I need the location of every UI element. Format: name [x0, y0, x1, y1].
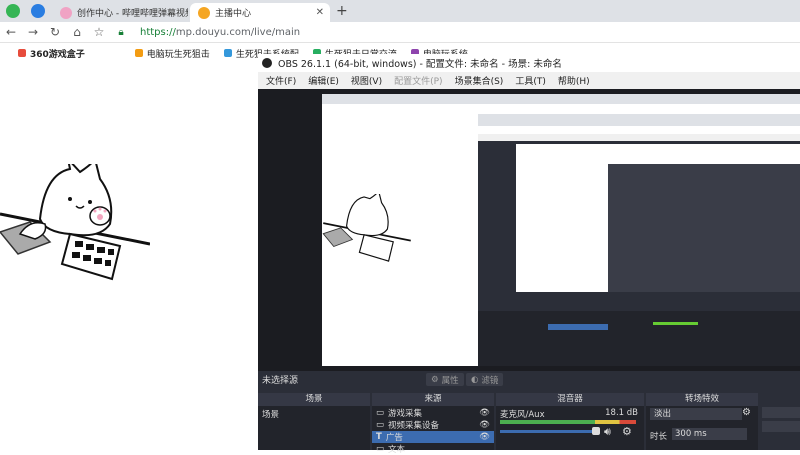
obs-title-bar[interactable]: OBS 26.1.1 (64-bit, windows) - 配置文件: 未命名… [258, 54, 800, 72]
scenes-list[interactable]: 场景 [258, 406, 370, 450]
gear-icon[interactable]: ⚙ [742, 407, 751, 418]
tab-label: 创作中心 - 哔哩哔哩弹幕视频网 [77, 9, 188, 19]
volume-slider[interactable] [500, 430, 596, 433]
mixer-channel-label: 麦克风/Aux [500, 410, 545, 420]
start-streaming-button[interactable] [762, 407, 800, 418]
filter-icon: ◐ [471, 374, 479, 385]
source-label: 广告 [385, 433, 403, 443]
controls-panel [760, 393, 800, 450]
browser-logo-icon[interactable] [6, 4, 20, 18]
dock-title: 转场特效 [684, 394, 719, 404]
bookmark-star-icon[interactable]: ☆ [88, 25, 110, 39]
bookmark-icon [223, 49, 232, 57]
obs-menu-bar: 文件(F) 编辑(E) 视图(V) 配置文件(P) 场景集合(S) 工具(T) … [258, 72, 800, 89]
start-recording-button[interactable] [762, 421, 800, 432]
browser-tab-bar: 创作中心 - 哔哩哔哩弹幕视频网 ✕ 主播中心 ✕ + [0, 0, 800, 22]
list-item[interactable]: ▭ 视频采集设备 👁︎ [372, 419, 494, 431]
list-item[interactable]: T 广告 👁︎ [372, 431, 494, 443]
gear-icon[interactable]: ⚙ [622, 425, 632, 438]
transitions-dock-header: 转场特效 [646, 393, 758, 406]
tab-streamer-center[interactable]: 主播中心 ✕ [190, 3, 330, 22]
eye-icon[interactable]: 👁︎ [479, 408, 490, 418]
address-bar[interactable]: https://mp.douyu.com/live/main [140, 27, 300, 38]
menu-edit[interactable]: 编辑(E) [308, 74, 339, 87]
list-item[interactable]: 场景 [258, 408, 370, 420]
home-icon[interactable]: ⌂ [66, 25, 88, 39]
obs-window: OBS 26.1.1 (64-bit, windows) - 配置文件: 未命名… [258, 54, 800, 455]
tab-label: 主播中心 [215, 9, 252, 19]
bookmark-label: 电脑玩生死狙击 [146, 49, 210, 60]
back-icon[interactable]: ← [0, 25, 22, 39]
close-tab-icon[interactable]: ✕ [316, 7, 324, 18]
mixer-dock-header: 混音器 [496, 393, 644, 406]
dock-title: 来源 [424, 394, 442, 404]
audio-mixer: 麦克风/Aux 18.1 dB 🔊︎ ⚙ [496, 406, 644, 450]
source-type-icon: ▭ [376, 444, 385, 454]
dock-title: 场景 [305, 394, 323, 404]
obs-logo-icon [262, 58, 272, 68]
sources-list[interactable]: ▭ 游戏采集 👁︎ ▭ 视频采集设备 👁︎ T 广告 👁︎ ▭ 文本 [372, 406, 494, 455]
bookmark-item[interactable]: 电脑玩生死狙击 [134, 47, 210, 60]
tab-creation-center[interactable]: 创作中心 - 哔哩哔哩弹幕视频网 ✕ [52, 3, 188, 22]
filters-label: 滤镜 [481, 375, 499, 386]
scene-label: 场景 [262, 410, 280, 420]
speaker-icon[interactable]: 🔊︎ [604, 425, 611, 439]
source-label: 文本 [388, 445, 406, 455]
browser-nav-bar: ← → ↻ ⌂ ☆ 🔒︎ https://mp.douyu.com/live/m… [0, 22, 800, 43]
menu-help[interactable]: 帮助(H) [558, 74, 590, 87]
mixer-level-readout: 18.1 dB [605, 408, 638, 418]
bongo-cat-image [322, 194, 411, 262]
duration-value: 300 ms [675, 429, 707, 439]
obs-preview[interactable] [258, 89, 800, 371]
transition-select[interactable]: 淡出 [650, 408, 742, 420]
reload-icon[interactable]: ↻ [44, 25, 66, 39]
sources-dock-header: 来源 [372, 393, 494, 406]
source-label: 游戏采集 [388, 409, 423, 419]
volume-slider-handle[interactable] [592, 427, 600, 435]
bookmark-icon [134, 49, 143, 57]
gamebox-icon [18, 49, 26, 57]
douyu-icon [198, 6, 210, 19]
bookmark-item[interactable]: 360游戏盒子 [18, 47, 85, 60]
properties-label: 属性 [441, 375, 459, 386]
preview-capture-level-1 [322, 94, 800, 366]
scenes-dock-header: 场景 [258, 393, 370, 406]
gear-icon: ⚙ [431, 374, 439, 385]
text-source-icon: T [376, 432, 382, 442]
menu-tools[interactable]: 工具(T) [515, 74, 546, 87]
volume-meter [500, 420, 636, 424]
source-type-icon: ▭ [376, 408, 385, 418]
duration-spinbox[interactable]: 300 ms [672, 428, 747, 440]
bilibili-icon [60, 6, 72, 19]
source-label: 视频采集设备 [388, 421, 440, 431]
url-scheme: https:// [140, 26, 176, 38]
page-content [0, 64, 258, 450]
list-item[interactable]: ▭ 游戏采集 👁︎ [372, 407, 494, 419]
transitions-panel: 淡出 ⚙ 时长 300 ms [646, 406, 758, 450]
eye-icon[interactable]: 👁︎ [479, 420, 490, 430]
transition-type-label: 淡出 [654, 409, 672, 419]
source-toolbar: 未选择源 ⚙ 属性 ◐ 滤镜 [258, 371, 800, 388]
duration-label: 时长 [650, 432, 668, 442]
menu-file[interactable]: 文件(F) [266, 74, 296, 87]
properties-button[interactable]: ⚙ 属性 [426, 373, 464, 386]
lock-icon: 🔒︎ [118, 26, 124, 38]
dock-title: 混音器 [557, 394, 583, 404]
list-item[interactable]: ▭ 文本 [372, 443, 494, 455]
telegram-icon[interactable] [31, 4, 45, 18]
eye-icon[interactable]: 👁︎ [479, 432, 490, 442]
menu-profile[interactable]: 配置文件(P) [394, 74, 442, 87]
forward-icon[interactable]: → [22, 25, 44, 39]
url-path: mp.douyu.com/live/main [175, 26, 301, 38]
no-source-selected-label: 未选择源 [262, 376, 299, 386]
menu-scene-collection[interactable]: 场景集合(S) [455, 74, 504, 87]
bongo-cat-image [0, 164, 150, 284]
source-type-icon: ▭ [376, 420, 385, 430]
bookmark-label: 360游戏盒子 [30, 49, 85, 60]
obs-window-title: OBS 26.1.1 (64-bit, windows) - 配置文件: 未命名… [278, 59, 562, 70]
new-tab-button[interactable]: + [336, 3, 348, 19]
menu-view[interactable]: 视图(V) [351, 74, 382, 87]
preview-capture-level-2 [478, 126, 800, 366]
filters-button[interactable]: ◐ 滤镜 [466, 373, 504, 386]
